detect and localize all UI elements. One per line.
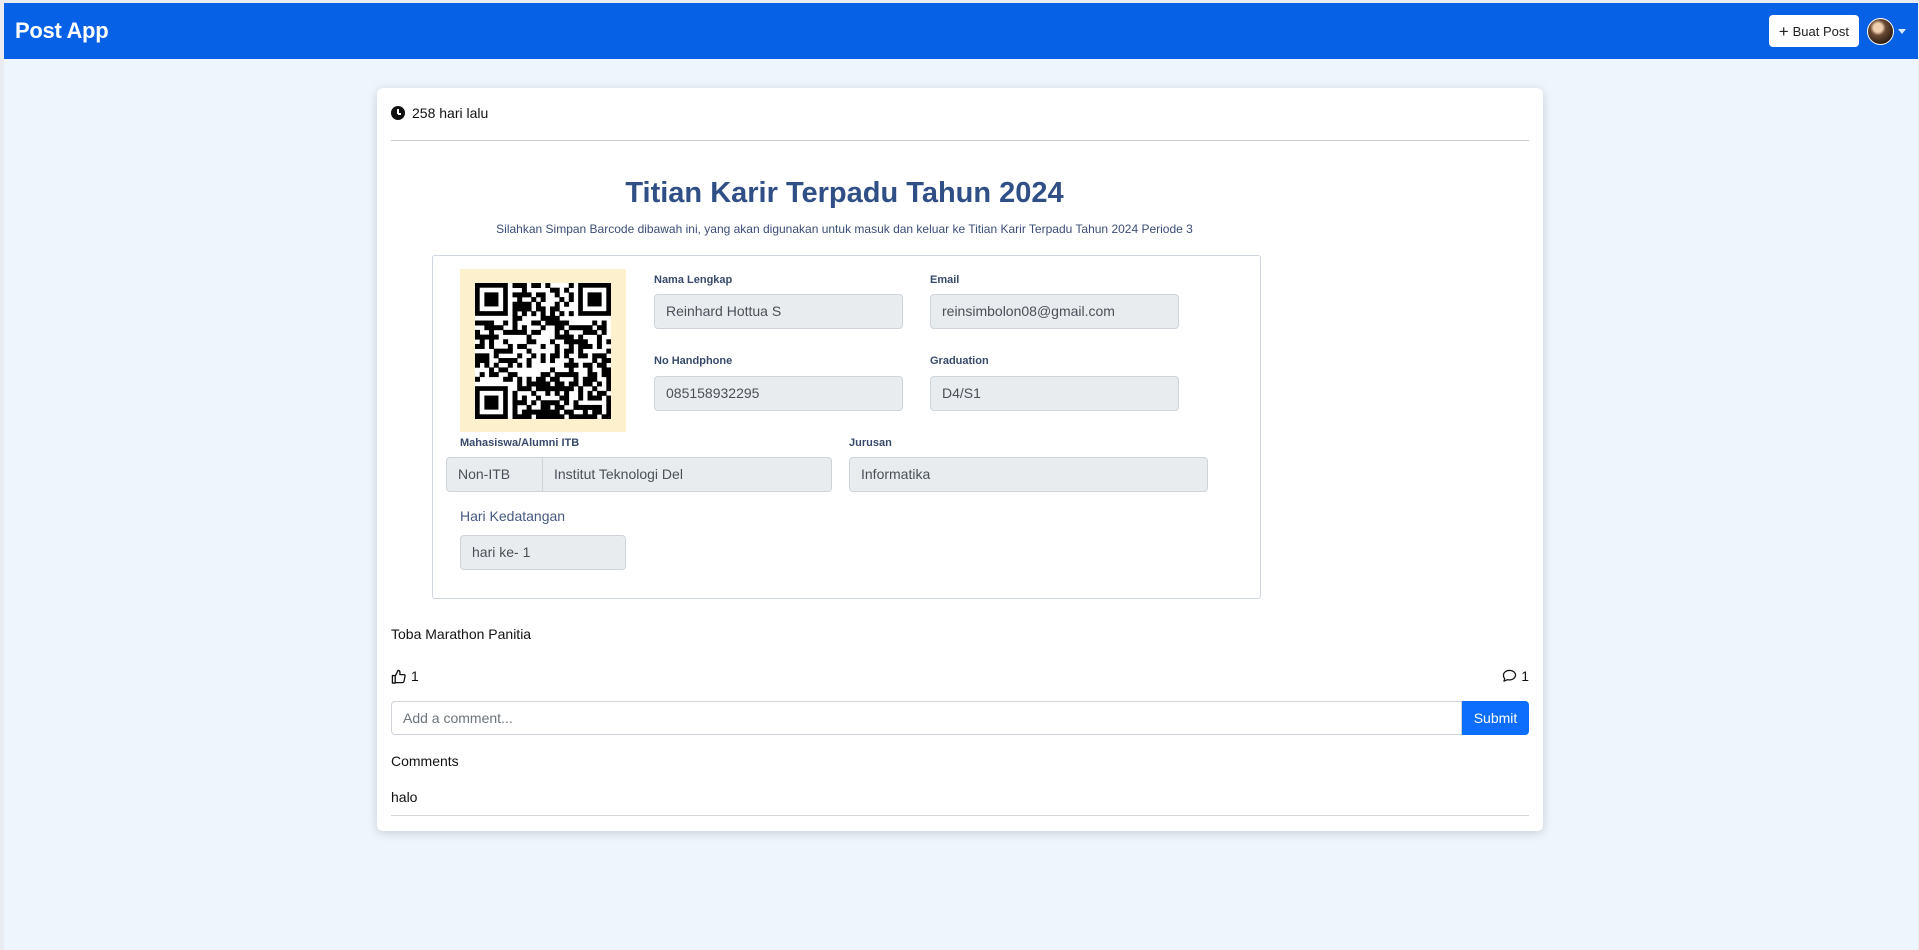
email-label: Email <box>930 274 960 286</box>
student-status-label: Mahasiswa/Alumni ITB <box>460 437 580 449</box>
name-label: Nama Lengkap <box>654 274 733 286</box>
qr-code-image <box>475 283 611 419</box>
comments-heading: Comments <box>391 753 459 769</box>
create-post-label: Buat Post <box>1792 23 1849 39</box>
major-label: Jurusan <box>849 437 892 449</box>
graduation-label: Graduation <box>930 355 989 367</box>
chevron-down-icon <box>1898 28 1906 34</box>
time-ago-text: 258 hari lalu <box>412 105 489 121</box>
graduation-field: D4/S1 <box>930 376 1179 411</box>
thumbs-up-icon <box>391 669 406 684</box>
phone-label: No Handphone <box>654 355 733 367</box>
comment-input[interactable] <box>391 701 1462 735</box>
institution-field: Institut Teknologi Del <box>543 457 832 492</box>
qr-code <box>460 269 626 432</box>
arrival-day-field: hari ke- 1 <box>460 535 626 570</box>
post-caption: Toba Marathon Panitia <box>391 626 532 642</box>
plus-icon: + <box>1778 21 1789 41</box>
comment-divider <box>391 815 1529 816</box>
post-timestamp: 258 hari lalu <box>391 105 488 121</box>
comment-count[interactable]: 1 <box>1502 668 1529 684</box>
navbar: Post App + Buat Post <box>4 3 1918 59</box>
name-field: Reinhard Hottua S <box>654 294 903 329</box>
arrival-day-label: Hari Kedatangan <box>460 508 566 524</box>
divider <box>391 140 1529 141</box>
app-brand[interactable]: Post App <box>15 18 109 44</box>
user-menu-toggle[interactable] <box>1867 17 1906 45</box>
clock-icon <box>391 106 405 120</box>
submit-comment-button[interactable]: Submit <box>1462 701 1529 735</box>
comment-count-value: 1 <box>1521 668 1529 684</box>
comment-form: Submit <box>391 701 1529 735</box>
app-frame: Post App + Buat Post 258 hari lalu Titia… <box>4 3 1918 950</box>
post-card: 258 hari lalu Titian Karir Terpadu Tahun… <box>377 88 1543 831</box>
comment-item: halo <box>391 789 418 805</box>
major-field: Informatika <box>849 457 1208 492</box>
email-field: reinsimbolon08@gmail.com <box>930 294 1179 329</box>
comment-icon <box>1503 669 1517 682</box>
student-type-field: Non-ITB <box>446 457 543 492</box>
create-post-button[interactable]: + Buat Post <box>1768 15 1859 47</box>
navbar-actions: + Buat Post <box>1768 15 1906 47</box>
phone-field: 085158932295 <box>654 376 903 411</box>
ticket-subtitle: Silahkan Simpan Barcode dibawah ini, yan… <box>496 222 1193 236</box>
ticket-title: Titian Karir Terpadu Tahun 2024 <box>625 177 1064 209</box>
user-avatar <box>1867 17 1894 45</box>
like-count: 1 <box>411 668 419 684</box>
like-button[interactable]: 1 <box>391 668 419 684</box>
